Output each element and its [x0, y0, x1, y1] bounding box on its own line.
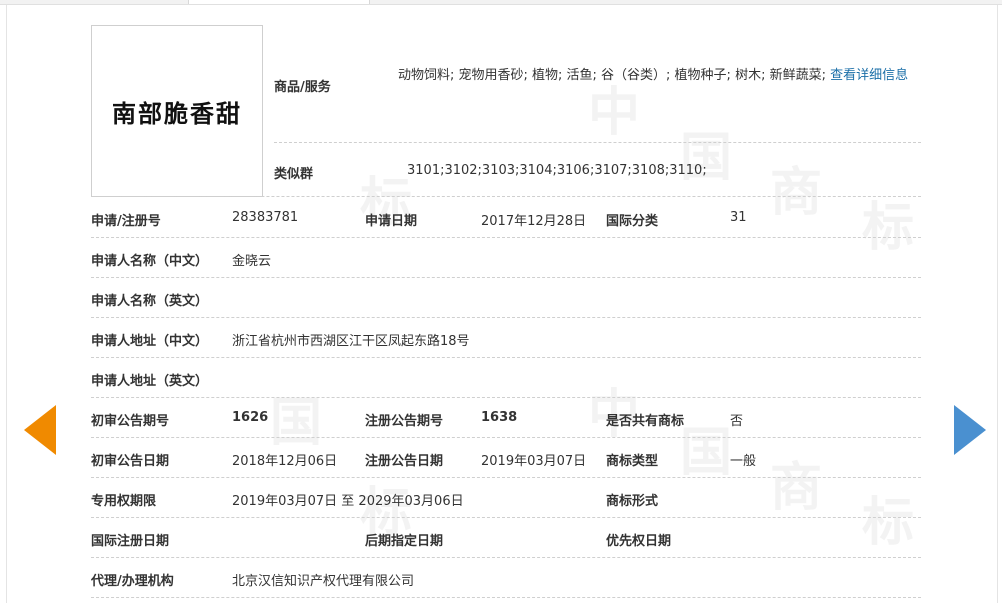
next-arrow-icon[interactable]: [954, 405, 986, 455]
reg-no-label: 申请/注册号: [91, 214, 161, 229]
address-cn-label: 申请人地址（中文）: [91, 334, 209, 349]
address-en-label: 申请人地址（英文）: [91, 374, 209, 389]
applicant-cn-label: 申请人名称（中文）: [91, 254, 209, 269]
divider: [91, 317, 921, 318]
reg-pub-date-label: 注册公告日期: [365, 454, 444, 469]
similar-group-value: 3101;3102;3103;3104;3106;3107;3108;3110;: [407, 163, 707, 178]
mark-type-label: 商标类型: [606, 454, 659, 469]
intl-reg-date-label: 国际注册日期: [91, 534, 170, 549]
address-cn-value: 浙江省杭州市西湖区江干区凤起东路18号: [232, 334, 470, 349]
agency-value: 北京汉信知识产权代理有限公司: [232, 574, 415, 589]
goods-items: 动物饲料; 宠物用香砂; 植物; 活鱼; 谷（谷类）; 植物种子; 树木; 新鲜…: [398, 68, 826, 83]
priority-date-label: 优先权日期: [606, 534, 672, 549]
prelim-pub-date-value: 2018年12月06日: [232, 454, 338, 469]
divider: [91, 196, 921, 197]
divider: [91, 357, 921, 358]
goods-label: 商品/服务: [274, 80, 331, 95]
exclusive-period-value: 2019年03月07日 至 2029年03月06日: [232, 494, 464, 509]
divider: [91, 477, 921, 478]
exclusive-period-label: 专用权期限: [91, 494, 157, 509]
divider: [91, 277, 921, 278]
mark-type-value: 一般: [730, 454, 757, 469]
prev-arrow-icon[interactable]: [24, 405, 56, 455]
divider: [91, 597, 921, 598]
later-designation-date-label: 后期指定日期: [365, 534, 444, 549]
agency-label: 代理/办理机构: [91, 574, 174, 589]
applicant-cn-value: 金晓云: [232, 254, 272, 269]
trademark-image: 南部脆香甜: [91, 25, 263, 197]
prelim-pub-no-label: 初审公告期号: [91, 414, 170, 429]
intl-class-label: 国际分类: [606, 214, 659, 229]
divider: [91, 237, 921, 238]
intl-class-value: 31: [730, 210, 747, 225]
reg-pub-no-value: 1638: [481, 410, 518, 425]
mark-form-label: 商标形式: [606, 494, 659, 509]
divider: [91, 437, 921, 438]
divider: [91, 397, 921, 398]
applicant-en-label: 申请人名称（英文）: [91, 294, 209, 309]
goods-value: 动物饲料; 宠物用香砂; 植物; 活鱼; 谷（谷类）; 植物种子; 树木; 新鲜…: [398, 56, 928, 96]
shared-mark-value: 否: [730, 414, 744, 429]
reg-pub-date-value: 2019年03月07日: [481, 454, 587, 469]
trademark-logo-text: 南部脆香甜: [112, 98, 242, 128]
reg-no-value: 28383781: [232, 210, 299, 225]
prelim-pub-date-label: 初审公告日期: [91, 454, 170, 469]
reg-pub-no-label: 注册公告期号: [365, 414, 444, 429]
divider: [91, 557, 921, 558]
active-tab[interactable]: [188, 0, 370, 4]
divider: [91, 517, 921, 518]
view-detail-link[interactable]: 查看详细信息: [830, 68, 908, 83]
apply-date-label: 申请日期: [365, 214, 418, 229]
similar-group-label: 类似群: [274, 167, 314, 182]
apply-date-value: 2017年12月28日: [481, 214, 587, 229]
shared-mark-label: 是否共有商标: [606, 414, 685, 429]
prelim-pub-no-value: 1626: [232, 410, 269, 425]
divider: [274, 142, 921, 143]
